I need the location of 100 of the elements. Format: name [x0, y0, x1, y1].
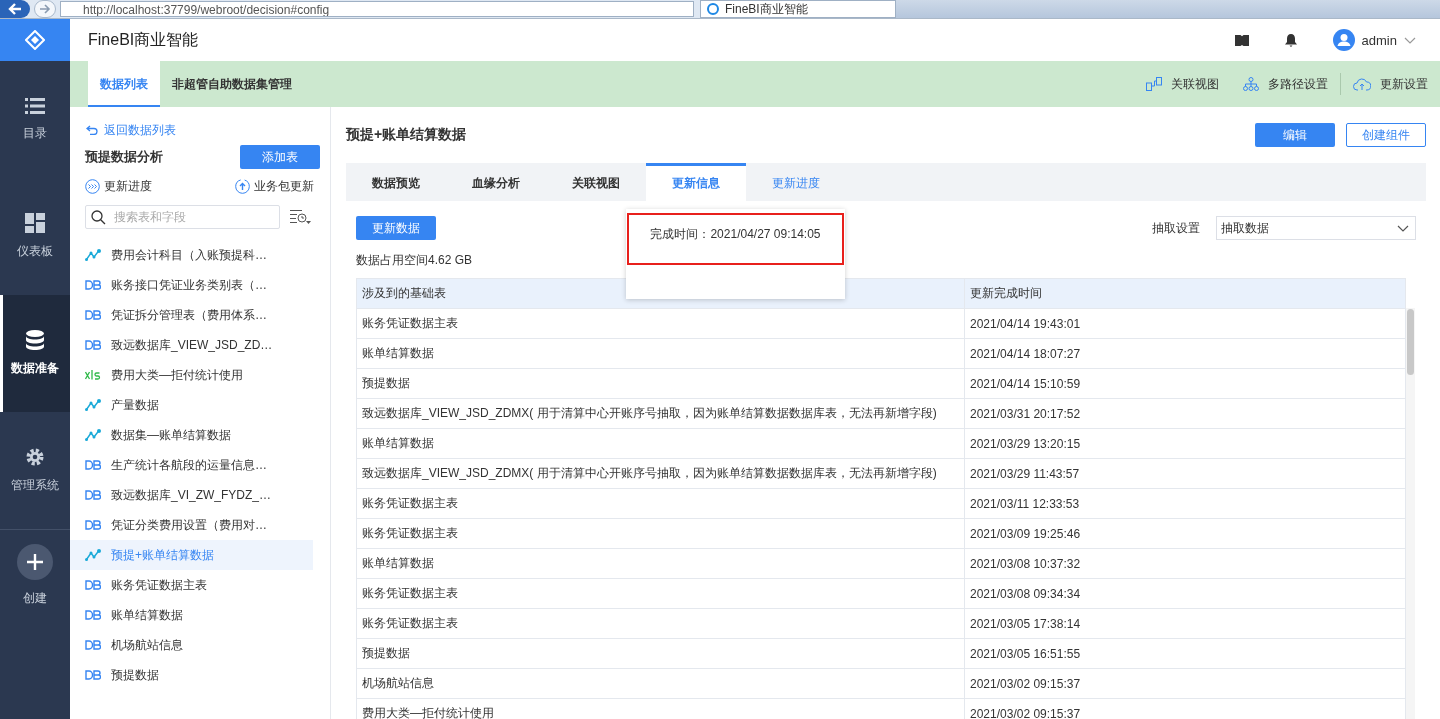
table-list-item[interactable]: 生产统计各航段的运量信息… [70, 450, 313, 480]
chevron-icon [1397, 224, 1409, 232]
toolbar-button[interactable]: 关联视图 [1134, 61, 1231, 107]
storage-text: 数据占用空间4.62 GB [356, 252, 474, 268]
section-tab[interactable]: 非超管自助数据集管理 [160, 61, 304, 107]
table-cell: 账务凭证数据主表 [356, 518, 965, 549]
back-link[interactable]: 返回数据列表 [70, 121, 330, 139]
table-list-item[interactable]: 致远数据库_VI_ZW_FYDZ_… [70, 480, 313, 510]
dataset-icon [85, 249, 101, 261]
table-cell: 账单结算数据 [356, 338, 965, 369]
table-cell: 预提数据 [356, 638, 965, 669]
table-cell: 2021/03/29 13:20:15 [964, 428, 1406, 459]
logo-icon[interactable] [0, 19, 70, 61]
scrollbar[interactable] [1406, 308, 1415, 719]
user-menu[interactable]: admin [1332, 29, 1416, 51]
nav-item[interactable]: 目录 [0, 61, 70, 178]
relation-icon [1146, 77, 1162, 91]
tab[interactable]: 数据预览 [346, 163, 446, 201]
hierarchy-icon [1243, 77, 1259, 91]
address-field[interactable]: http://localhost:37799/webroot/decision#config [60, 1, 694, 17]
database-table-icon [85, 640, 101, 650]
table-cell: 2021/03/29 11:43:57 [964, 458, 1406, 489]
nav-item[interactable]: 管理系统 [0, 412, 70, 529]
table-cell: 账务凭证数据主表 [356, 578, 965, 609]
database-table-icon [85, 670, 101, 680]
cloud-icon [1353, 77, 1371, 91]
nav-item[interactable]: 创建 [0, 530, 70, 620]
table-list-item[interactable]: 数据集—账单结算数据 [70, 420, 313, 450]
chevron-icon [1404, 36, 1416, 44]
database-table-icon [85, 520, 101, 530]
table-cell: 2021/03/09 19:25:46 [964, 518, 1406, 549]
section-tab[interactable]: 数据列表 [88, 61, 160, 107]
database-table-icon [85, 310, 101, 320]
table-cell: 2021/03/11 12:33:53 [964, 488, 1406, 519]
table-list-item[interactable]: 账务凭证数据主表 [70, 570, 313, 600]
table-cell: 账务凭证数据主表 [356, 308, 965, 339]
dashboard-icon [25, 213, 45, 233]
progress-icon [85, 179, 100, 194]
toolbar-button[interactable]: 更新设置 [1341, 61, 1440, 107]
column-header: 更新完成时间 [964, 278, 1406, 309]
create-component-button[interactable]: 创建组件 [1346, 123, 1426, 147]
spreadsheet-icon [85, 370, 101, 380]
database-icon [26, 330, 44, 350]
table-cell: 2021/03/31 20:17:52 [964, 398, 1406, 429]
database-table-icon [85, 610, 101, 620]
table-cell: 费用大类—拒付统计使用 [356, 698, 965, 719]
settings-icon [25, 447, 45, 467]
table-list-item[interactable]: 致远数据库_VIEW_JSD_ZD… [70, 330, 313, 360]
table-cell: 2021/04/14 15:10:59 [964, 368, 1406, 399]
undo-icon [86, 125, 98, 135]
list-icon [25, 97, 45, 115]
nav-item[interactable]: 仪表板 [0, 178, 70, 295]
forward-icon[interactable] [34, 0, 56, 18]
add-table-button[interactable]: 添加表 [240, 145, 320, 169]
table-cell: 账单结算数据 [356, 428, 965, 459]
extract-label: 抽取设置 [1152, 219, 1200, 237]
table-list-item[interactable]: 凭证分类费用设置（费用对… [70, 510, 313, 540]
table-list-item[interactable]: 产量数据 [70, 390, 313, 420]
tab[interactable]: 更新信息 [646, 163, 746, 201]
package-title: 预提数据分析 [85, 148, 163, 166]
table-cell: 致远数据库_VIEW_JSD_ZDMX( 用于清算中心开账序号抽取，因为账单结算数据数据库表，无法再新增字段) [356, 458, 965, 489]
table-cell: 2021/03/08 09:34:34 [964, 578, 1406, 609]
table-cell: 2021/04/14 18:07:27 [964, 338, 1406, 369]
table-list-item[interactable]: 账单结算数据 [70, 600, 313, 630]
tab[interactable]: 血缘分析 [446, 163, 546, 201]
database-table-icon [85, 580, 101, 590]
database-table-icon [85, 280, 101, 290]
bell-icon[interactable] [1284, 33, 1297, 47]
table-list-item[interactable]: 费用会计科目（入账预提科… [70, 240, 313, 270]
table-list-item[interactable]: 预提数据 [70, 660, 313, 690]
table-list-item[interactable]: 账务接口凭证业务类别表（… [70, 270, 313, 300]
update-data-button[interactable]: 更新数据 [356, 216, 436, 240]
filter-icon[interactable] [290, 209, 312, 225]
table-cell: 2021/04/14 19:43:01 [964, 308, 1406, 339]
update-progress-button[interactable]: 更新进度 [85, 178, 152, 195]
edit-button[interactable]: 编辑 [1255, 123, 1335, 147]
table-cell: 2021/03/05 16:51:55 [964, 638, 1406, 669]
table-list-item[interactable]: 机场航站信息 [70, 630, 313, 660]
database-table-icon [85, 490, 101, 500]
upload-icon [235, 179, 250, 194]
table-cell: 账单结算数据 [356, 548, 965, 579]
browser-tab[interactable]: FineBI商业智能 [700, 0, 896, 18]
book-icon[interactable] [1234, 34, 1249, 46]
table-list-item[interactable]: 费用大类—拒付统计使用 [70, 360, 313, 390]
completion-time: 完成时间：2021/04/27 09:14:05 [627, 213, 844, 265]
tab[interactable]: 关联视图 [546, 163, 646, 201]
nav-item[interactable]: 数据准备 [0, 295, 70, 412]
globe-icon [707, 3, 719, 15]
dataset-title: 预提+账单结算数据 [346, 126, 467, 144]
extract-dropdown[interactable]: 抽取数据 [1216, 216, 1416, 240]
table-list-item[interactable]: 凭证拆分管理表（费用体系… [70, 300, 313, 330]
search-field[interactable]: 搜索表和字段 [85, 205, 280, 229]
package-update-button[interactable]: 业务包更新 [235, 178, 314, 195]
back-icon[interactable] [0, 0, 30, 18]
dataset-icon [85, 429, 101, 441]
plus-icon [17, 543, 53, 580]
dataset-icon [85, 399, 101, 411]
table-cell: 账务凭证数据主表 [356, 608, 965, 639]
table-cell: 账务凭证数据主表 [356, 488, 965, 519]
toolbar-button[interactable]: 多路径设置 [1231, 61, 1340, 107]
